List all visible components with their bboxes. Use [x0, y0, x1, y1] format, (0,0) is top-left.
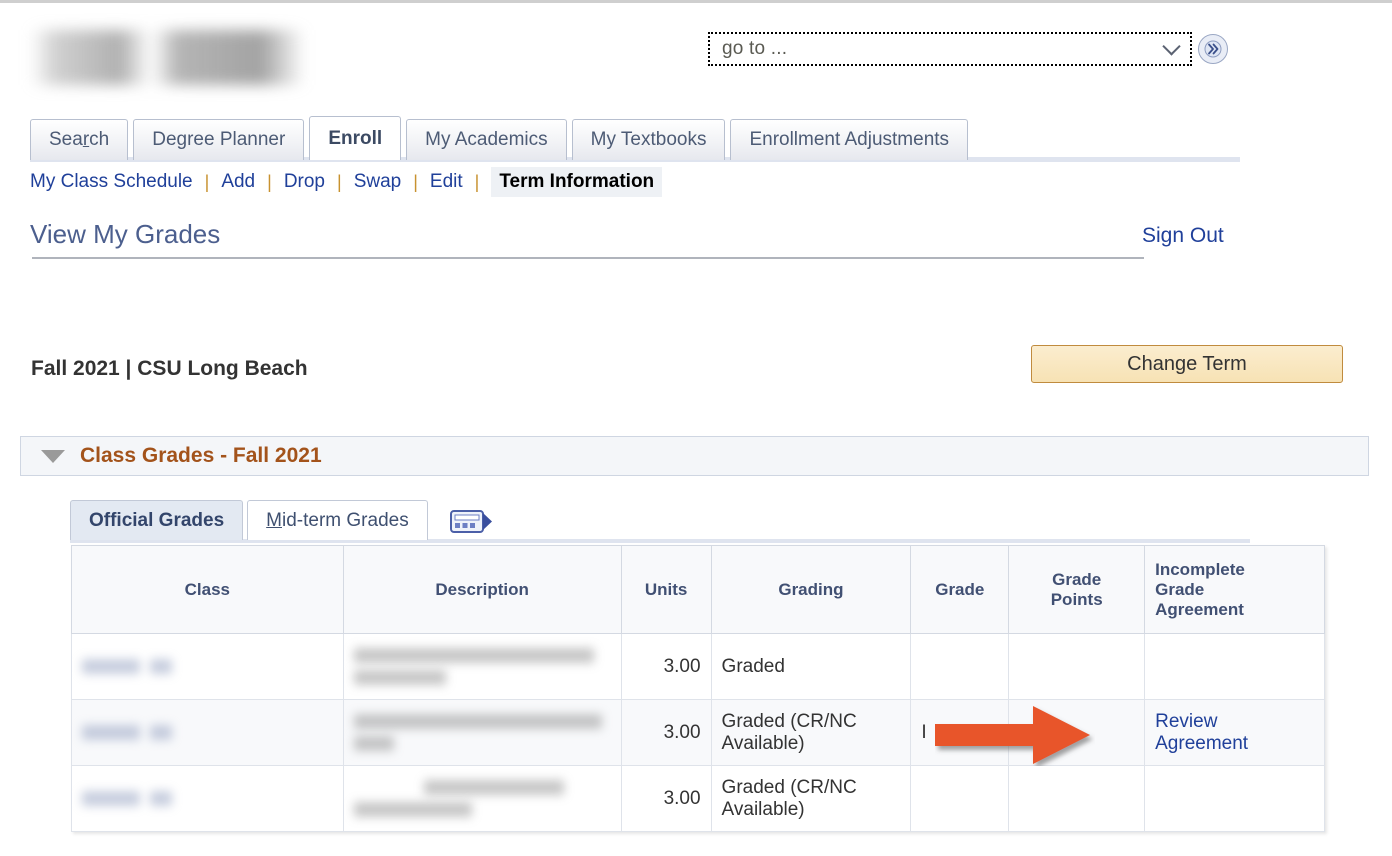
cell-class[interactable]	[71, 633, 344, 700]
col-header-iga-line3: Agreement	[1155, 599, 1244, 619]
cell-units: 3.00	[620, 633, 712, 700]
top-border	[0, 0, 1392, 3]
subnav-swap[interactable]: Swap	[354, 171, 402, 193]
cell-grading: Graded (CR/NC Available)	[710, 765, 912, 832]
cell-incomplete-grade-agreement: Review Agreement	[1144, 699, 1325, 766]
cell-units: 3.00	[620, 765, 712, 832]
double-chevron-right-icon	[1204, 40, 1222, 58]
col-header-description: Description	[342, 545, 622, 634]
term-institution-label: Fall 2021 | CSU Long Beach	[31, 357, 308, 380]
col-header-class: Class	[71, 545, 344, 634]
col-header-grade: Grade	[910, 545, 1010, 634]
tab-my-textbooks[interactable]: My Textbooks	[571, 119, 726, 160]
tab-mid-term-grades[interactable]: Mid-term Grades	[247, 500, 428, 540]
tab-label: Enroll	[328, 127, 383, 149]
subnav-my-class-schedule[interactable]: My Class Schedule	[30, 171, 193, 193]
grades-tabstrip: Official Grades Mid-term Grades	[70, 500, 496, 540]
description-redacted	[353, 648, 611, 685]
tab-enrollment-adjustments[interactable]: Enrollment Adjustments	[730, 119, 969, 160]
cell-grade-points	[1008, 765, 1146, 832]
page-title: View My Grades	[30, 219, 221, 249]
grades-table-head: Class Description Units Grading Grade Gr…	[71, 545, 1325, 634]
class-grades-title: Class Grades - Fall 2021	[80, 444, 322, 467]
cell-class[interactable]	[71, 765, 344, 832]
class-redacted	[82, 725, 333, 740]
cell-class[interactable]	[71, 699, 344, 766]
cell-incomplete-grade-agreement	[1144, 765, 1325, 832]
subnav-separator: |	[204, 171, 210, 192]
col-header-incomplete-grade-agreement: Incomplete Grade Agreement	[1144, 545, 1325, 634]
subnav-term-information[interactable]: Term Information	[491, 167, 663, 197]
table-row: 3.00 Graded	[71, 633, 1325, 700]
tab-label: Enrollment Adjustments	[749, 129, 950, 150]
description-redacted	[353, 714, 611, 751]
subnav-separator: |	[474, 171, 480, 192]
col-header-grade-points: Grade Points	[1008, 545, 1146, 634]
class-grades-groupbox-header: Class Grades - Fall 2021	[20, 436, 1369, 476]
cell-grade	[910, 765, 1010, 832]
triangle-down-icon[interactable]	[41, 449, 65, 463]
goto-submit-button[interactable]	[1198, 34, 1228, 64]
col-header-grading: Grading	[710, 545, 912, 634]
tab-label: My Academics	[425, 129, 548, 150]
tab-degree-planner[interactable]: Degree Planner	[133, 119, 305, 160]
class-redacted	[82, 659, 333, 674]
tab-label: Official Grades	[89, 509, 225, 531]
tab-label: Degree Planner	[152, 129, 286, 150]
cell-description	[342, 765, 622, 832]
cell-units: 3.00	[620, 699, 712, 766]
col-header-grade-points-line1: Grade	[1052, 569, 1102, 589]
cell-grade: I	[910, 699, 1010, 766]
chevron-down-icon	[1162, 37, 1181, 56]
table-row: 3.00 Graded (CR/NC Available)	[71, 765, 1325, 832]
description-redacted	[353, 780, 611, 817]
page-root: go to ... Search Degree Planner Enroll M…	[0, 0, 1392, 856]
tab-label: My Textbooks	[590, 129, 707, 150]
change-term-button[interactable]: Change Term	[1031, 345, 1343, 383]
col-header-iga-line2: Grade	[1155, 579, 1205, 599]
sign-out-link[interactable]: Sign Out	[1142, 224, 1224, 248]
col-header-grade-points-line2: Points	[1050, 589, 1103, 609]
title-divider	[32, 257, 1144, 259]
cell-description	[342, 633, 622, 700]
subnav-separator: |	[413, 171, 418, 192]
cell-grade	[910, 633, 1010, 700]
review-agreement-link[interactable]: Review Agreement	[1155, 711, 1248, 754]
grades-table: Class Description Units Grading Grade Gr…	[71, 545, 1325, 832]
cell-grade-points	[1008, 699, 1146, 766]
goto-navigation: go to ...	[708, 32, 1228, 66]
view-grid-icon[interactable]	[448, 508, 496, 536]
grades-table-body: 3.00 Graded 3.00 Graded (CR/NC Available…	[71, 633, 1325, 832]
tab-my-academics[interactable]: My Academics	[406, 119, 567, 160]
class-redacted	[82, 791, 333, 806]
cell-incomplete-grade-agreement	[1144, 633, 1325, 700]
cell-grading: Graded	[710, 633, 912, 700]
tab-official-grades[interactable]: Official Grades	[70, 500, 244, 540]
goto-select-value: go to ...	[722, 38, 788, 59]
subnav-separator: |	[267, 171, 272, 192]
col-header-units: Units	[620, 545, 712, 634]
table-header-row: Class Description Units Grading Grade Gr…	[71, 545, 1325, 634]
col-header-iga-line1: Incomplete	[1155, 559, 1245, 579]
cell-grading: Graded (CR/NC Available)	[710, 699, 912, 766]
tab-enroll[interactable]: Enroll	[309, 116, 402, 160]
user-name-redacted	[30, 30, 350, 85]
table-row: 3.00 Graded (CR/NC Available) I Review A…	[71, 699, 1325, 766]
main-tabstrip: Search Degree Planner Enroll My Academic…	[30, 116, 969, 160]
subnav-drop[interactable]: Drop	[284, 171, 325, 193]
subnav-edit[interactable]: Edit	[430, 171, 463, 193]
sub-navigation: My Class Schedule | Add | Drop | Swap | …	[30, 166, 663, 198]
tab-search[interactable]: Search	[30, 119, 129, 160]
goto-select[interactable]: go to ...	[708, 32, 1192, 66]
cell-description	[342, 699, 622, 766]
subnav-separator: |	[337, 171, 342, 192]
cell-grade-points	[1008, 633, 1146, 700]
subnav-add[interactable]: Add	[221, 171, 255, 193]
